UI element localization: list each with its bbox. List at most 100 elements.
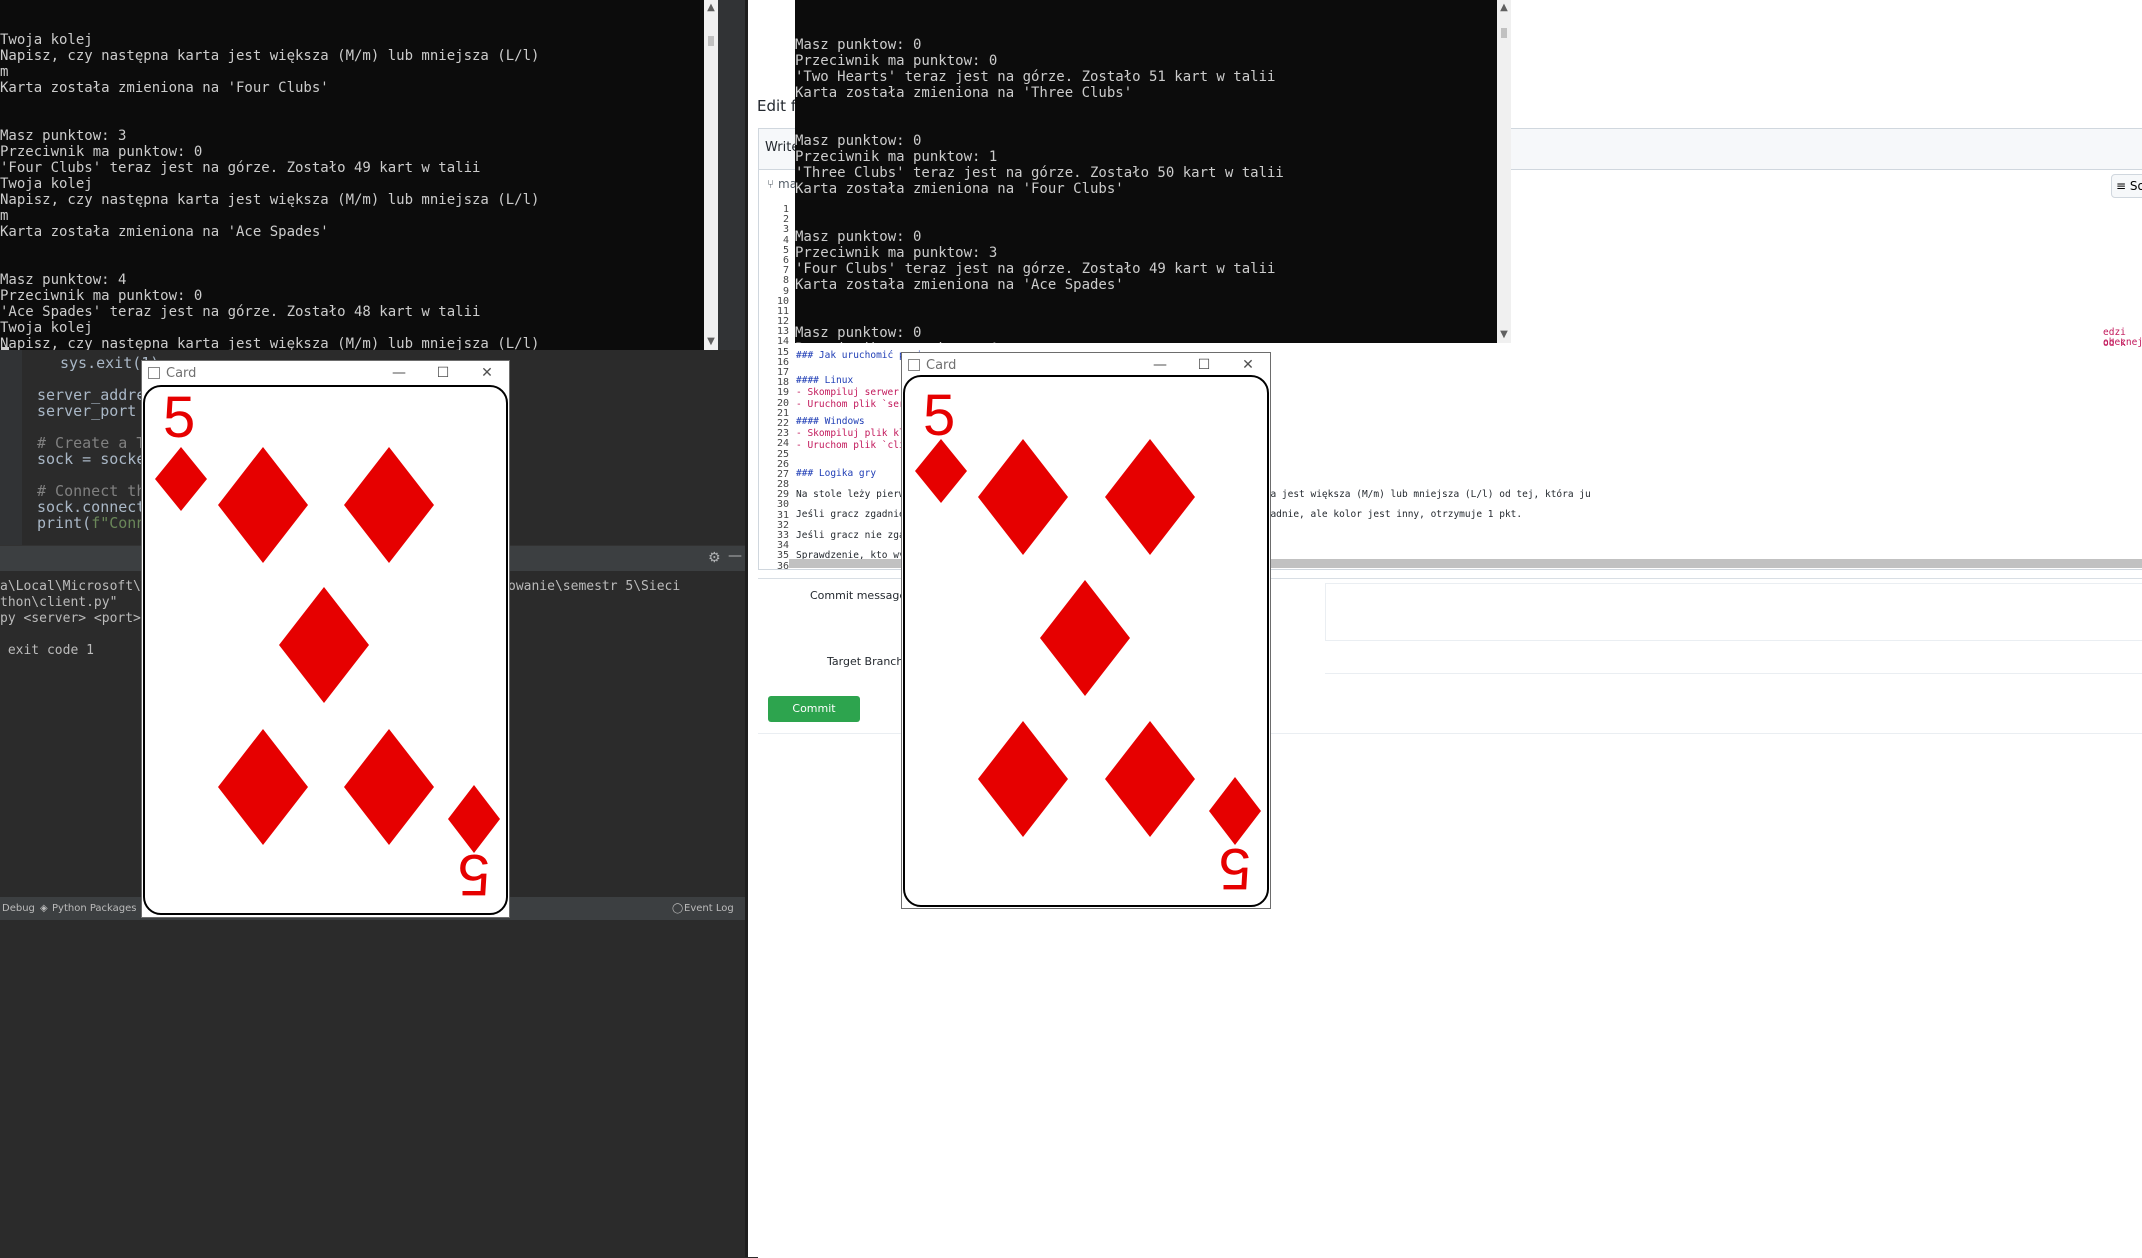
console-line: 'Ace Spades' teraz jest na górze. Został… xyxy=(0,304,481,320)
console-line: Przeciwnik ma punktow: 1 xyxy=(795,149,998,165)
maximize-icon[interactable]: ☐ xyxy=(1182,357,1226,373)
diamond-pip-icon xyxy=(978,721,1068,837)
console-line: Karta została zmieniona na 'Ace Spades' xyxy=(0,224,329,240)
commit-button[interactable]: Commit changes xyxy=(768,696,860,741)
console-line: Przeciwnik ma punktow: 3 xyxy=(795,245,998,261)
card-window-left: Card — ☐ ✕ 5 5 xyxy=(141,360,510,918)
diamond-pip-icon xyxy=(978,439,1068,555)
console-line: 'Three Clubs' teraz jest na górze. Zosta… xyxy=(795,165,1284,181)
python-packages-tab[interactable]: Python Packages xyxy=(52,897,137,920)
close-icon[interactable]: ✕ xyxy=(465,365,509,381)
console-line: Twoja kolej xyxy=(0,176,93,192)
scrollbar-thumb[interactable] xyxy=(1501,28,1507,38)
left-terminal: Twoja kolej Napisz, czy następna karta je… xyxy=(0,0,704,350)
debug-tab[interactable]: Debug xyxy=(2,897,35,920)
console-line: m xyxy=(0,208,9,224)
diamond-pip-icon xyxy=(1105,439,1195,555)
window-titlebar[interactable]: Card — ☐ ✕ xyxy=(142,361,509,385)
console-line: Masz punktow: 0 xyxy=(795,133,922,149)
rank-bottom-right: 5 xyxy=(458,842,490,907)
target-branch-input[interactable] xyxy=(1325,649,2142,674)
rank-bottom-right: 5 xyxy=(1219,836,1251,901)
gear-icon[interactable]: ⚙ xyxy=(708,550,721,566)
maximize-icon[interactable]: ☐ xyxy=(421,365,465,381)
right-terminal-scrollbar[interactable]: ▲ ▼ xyxy=(1497,0,1511,343)
commit-message-label: Commit message xyxy=(810,589,907,602)
console-line: Przeciwnik ma punktow: 4 xyxy=(795,341,1497,343)
scroll-up-arrow-icon[interactable]: ▲ xyxy=(704,0,718,16)
console-line: Karta została zmieniona na 'Ace Spades' xyxy=(795,277,1124,293)
line-numbers: 1 2 3 4 5 6 7 8 9 10 11 12 13 14 15 16 17 18 19 20 21 22 23 24 2… xyxy=(767,204,789,572)
app-icon xyxy=(148,367,160,379)
right-terminal-output: Masz punktow: 0 Przeciwnik ma punktow: 0 '… xyxy=(795,32,1497,343)
editor-gutter xyxy=(0,350,22,545)
window-title: Card xyxy=(166,365,197,381)
minimize-icon[interactable]: — xyxy=(1138,357,1182,373)
console-line: Masz punktow: 0 xyxy=(795,229,922,245)
console-line: Karta została zmieniona na 'Four Clubs' xyxy=(795,181,1124,197)
python-packages-icon: ◈ xyxy=(40,903,48,914)
console-line: Twoja kolej xyxy=(0,32,93,48)
diamond-suit-icon xyxy=(1209,777,1261,845)
minimize-icon[interactable]: — xyxy=(377,365,421,381)
console-line: Przeciwnik ma punktow: 0 xyxy=(795,53,998,69)
console-line: Masz punktow: 0 xyxy=(795,37,922,53)
card-face: 5 5 xyxy=(915,383,1261,901)
console-line: Przeciwnik ma punktow: 0 xyxy=(0,144,203,160)
soft-wrap-select[interactable]: ≡ So xyxy=(2111,174,2142,198)
diamond-pip-icon xyxy=(1040,580,1130,696)
console-line: Masz punktow: 3 xyxy=(0,128,127,144)
scroll-up-arrow-icon[interactable]: ▲ xyxy=(1497,0,1511,16)
console-line: Napisz, czy następna karta jest większa … xyxy=(0,48,540,64)
diamond-suit-icon xyxy=(155,447,207,511)
md-line: #### Windows xyxy=(796,416,865,427)
minimize-panel-icon[interactable]: — xyxy=(728,548,742,564)
card-face: 5 5 xyxy=(155,387,500,907)
md-line: #### Linux xyxy=(796,375,854,386)
app-icon xyxy=(908,359,920,371)
close-icon[interactable]: ✕ xyxy=(1226,357,1270,373)
rank-top-left: 5 xyxy=(923,383,955,448)
scrollbar-thumb[interactable] xyxy=(708,36,714,46)
scroll-down-arrow-icon[interactable]: ▼ xyxy=(1497,327,1511,343)
run-output-line: owanie\semestr 5\Sieci xyxy=(508,579,681,594)
lower-dark-strip xyxy=(0,920,745,1257)
window-titlebar[interactable]: Card — ☐ ✕ xyxy=(902,353,1270,377)
diamond-pip-icon xyxy=(344,729,434,845)
console-line: Napisz, czy następna karta jest większa … xyxy=(0,336,540,350)
event-log-tab[interactable]: Event Log xyxy=(684,897,734,920)
scroll-down-arrow-icon[interactable]: ▼ xyxy=(704,334,718,350)
console-line: Masz punktow: 4 xyxy=(0,272,127,288)
diamond-pip-icon xyxy=(279,587,369,703)
console-line: 'Four Clubs' teraz jest na górze. Został… xyxy=(0,160,481,176)
console-line: 'Two Hearts' teraz jest na górze. Został… xyxy=(795,69,1276,85)
playing-card: 5 5 xyxy=(903,375,1269,907)
md-line: ### Logika gry xyxy=(796,468,877,479)
console-line: Masz punktow: 0 xyxy=(795,325,922,341)
console-line: Karta została zmieniona na 'Three Clubs' xyxy=(795,85,1133,101)
md-line: rta jest większa (M/m) lub mniejsza (L/l… xyxy=(1259,489,1591,500)
target-branch-label: Target Branch xyxy=(827,655,904,668)
diamond-suit-icon xyxy=(915,439,967,503)
card-window-right: Card — ☐ ✕ 5 5 xyxy=(901,352,1271,909)
line-number: 24 xyxy=(776,438,789,450)
console-line: 'Four Clubs' teraz jest na górze. Został… xyxy=(795,261,1276,277)
console-line: Karta została zmieniona na 'Four Clubs' xyxy=(0,80,329,96)
diamond-pip-icon xyxy=(1105,721,1195,837)
diamond-pip-icon xyxy=(218,729,308,845)
md-line: zgadnie, ale kolor jest inny, otrzymuje … xyxy=(1259,509,1523,520)
left-terminal-scrollbar[interactable]: ▲ ▼ xyxy=(704,0,718,350)
commit-message-input[interactable] xyxy=(1325,583,2142,641)
window-title: Card xyxy=(926,357,957,373)
diamond-pip-icon xyxy=(218,447,308,563)
